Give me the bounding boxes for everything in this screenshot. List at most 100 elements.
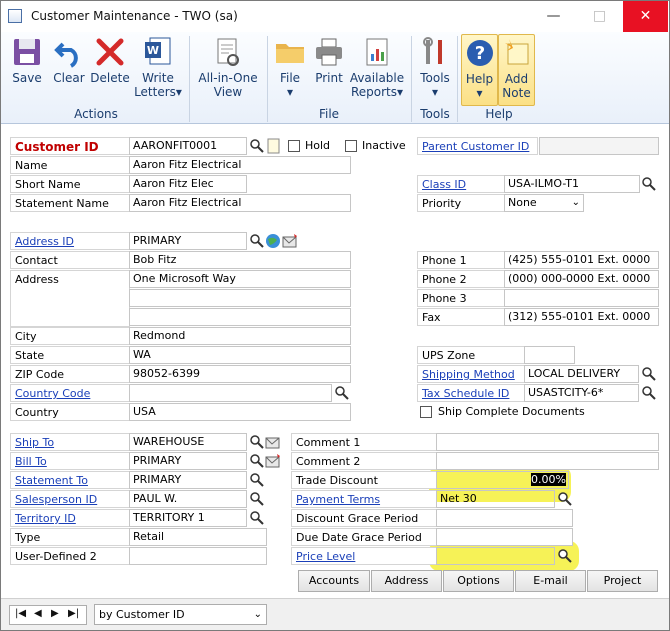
name-label: Name	[10, 156, 130, 174]
accounts-button[interactable]: Accounts	[298, 570, 370, 592]
zip-code-field[interactable]: 98052-6399	[129, 365, 351, 383]
email-icon[interactable]	[265, 434, 281, 450]
statement-to-field[interactable]: PRIMARY	[129, 471, 247, 489]
comment1-field[interactable]	[436, 433, 659, 451]
phone2-field[interactable]: (000) 000-0000 Ext. 0000	[504, 270, 659, 288]
email-icon[interactable]	[265, 453, 281, 469]
shipping-method-link[interactable]: Shipping Method	[417, 365, 525, 383]
statement-to-link[interactable]: Statement To	[10, 471, 130, 489]
class-id-link[interactable]: Class ID	[417, 175, 505, 193]
lookup-icon[interactable]	[249, 434, 265, 450]
next-record-icon[interactable]: ▶	[51, 608, 59, 619]
parent-customer-id-link[interactable]: Parent Customer ID	[417, 137, 538, 155]
lookup-icon[interactable]	[641, 176, 657, 192]
due-date-grace-period-field[interactable]	[436, 528, 573, 546]
address-line1-field[interactable]: One Microsoft Way	[129, 270, 351, 288]
customer-id-field[interactable]: AARONFIT0001	[129, 137, 247, 155]
bill-to-field[interactable]: PRIMARY	[129, 452, 247, 470]
lookup-icon[interactable]	[249, 233, 265, 249]
trade-discount-label: Trade Discount	[291, 471, 437, 489]
address-line2-field[interactable]	[129, 289, 351, 307]
type-field[interactable]: Retail	[129, 528, 267, 546]
phone3-label: Phone 3	[417, 289, 505, 307]
short-name-label: Short Name	[10, 175, 130, 193]
status-bar: |◀ ◀ ▶ ▶| by Customer ID ⌄	[1, 598, 669, 630]
state-field[interactable]: WA	[129, 346, 351, 364]
fax-label: Fax	[417, 308, 505, 326]
project-button[interactable]: Project	[587, 570, 658, 592]
ups-zone-field[interactable]	[524, 346, 575, 364]
country-field[interactable]: USA	[129, 403, 351, 421]
discount-grace-period-field[interactable]	[436, 509, 573, 527]
salesperson-id-field[interactable]: PAUL W.	[129, 490, 247, 508]
options-button[interactable]: Options	[443, 570, 514, 592]
shipping-method-field[interactable]: LOCAL DELIVERY	[524, 365, 639, 383]
ship-complete-label: Ship Complete Documents	[438, 405, 585, 418]
ship-to-field[interactable]: WAREHOUSE	[129, 433, 247, 451]
bill-to-link[interactable]: Bill To	[10, 452, 130, 470]
ups-zone-label: UPS Zone	[417, 346, 525, 364]
inactive-label: Inactive	[362, 139, 406, 152]
lookup-icon[interactable]	[557, 548, 573, 564]
lookup-icon[interactable]	[641, 366, 657, 382]
email-icon[interactable]	[282, 233, 298, 249]
first-record-icon[interactable]: |◀	[15, 608, 26, 619]
address-button[interactable]: Address	[371, 570, 442, 592]
last-record-icon[interactable]: ▶|	[68, 608, 79, 619]
fax-field[interactable]: (312) 555-0101 Ext. 0000	[504, 308, 659, 326]
address-id-link[interactable]: Address ID	[10, 232, 130, 250]
address-id-field[interactable]: PRIMARY	[129, 232, 247, 250]
chevron-down-icon: ⌄	[571, 197, 580, 208]
state-label: State	[10, 346, 130, 364]
globe-icon[interactable]	[265, 233, 281, 249]
price-level-link[interactable]: Price Level	[291, 547, 437, 565]
territory-id-field[interactable]: TERRITORY 1	[129, 509, 247, 527]
comment2-field[interactable]	[436, 452, 659, 470]
lookup-icon[interactable]	[249, 138, 265, 154]
city-field[interactable]: Redmond	[129, 327, 351, 345]
inactive-checkbox[interactable]	[345, 140, 357, 152]
customer-maintenance-window: Customer Maintenance - TWO (sa) — □ ✕ Sa…	[0, 0, 670, 631]
payment-terms-link[interactable]: Payment Terms	[291, 490, 437, 508]
statement-name-field[interactable]: Aaron Fitz Electrical	[129, 194, 351, 212]
user-defined2-field[interactable]	[129, 547, 267, 565]
priority-label: Priority	[417, 194, 505, 212]
lookup-icon[interactable]	[249, 510, 265, 526]
email-button[interactable]: E-mail	[515, 570, 586, 592]
ship-to-link[interactable]: Ship To	[10, 433, 130, 451]
name-field[interactable]: Aaron Fitz Electrical	[129, 156, 351, 174]
phone3-field[interactable]	[504, 289, 659, 307]
type-label: Type	[10, 528, 130, 546]
country-code-link[interactable]: Country Code	[10, 384, 130, 402]
hold-checkbox[interactable]	[288, 140, 300, 152]
comment1-label: Comment 1	[291, 433, 437, 451]
lookup-icon[interactable]	[557, 491, 573, 507]
address-line3-field[interactable]	[129, 308, 351, 326]
lookup-icon[interactable]	[641, 385, 657, 401]
sort-by-select[interactable]: by Customer ID ⌄	[94, 604, 267, 625]
statement-name-label: Statement Name	[10, 194, 130, 212]
parent-customer-id-field[interactable]	[539, 137, 659, 155]
lookup-icon[interactable]	[249, 472, 265, 488]
priority-select[interactable]: None ⌄	[504, 194, 584, 212]
previous-record-icon[interactable]: ◀	[34, 608, 42, 619]
country-code-field[interactable]	[129, 384, 332, 402]
lookup-icon[interactable]	[334, 385, 350, 401]
tax-schedule-id-link[interactable]: Tax Schedule ID	[417, 384, 525, 402]
tax-schedule-id-field[interactable]: USASTCITY-6*	[524, 384, 639, 402]
note-icon[interactable]	[266, 138, 282, 154]
ship-complete-checkbox[interactable]	[420, 406, 432, 418]
phone1-field[interactable]: (425) 555-0101 Ext. 0000	[504, 251, 659, 269]
lookup-icon[interactable]	[249, 453, 265, 469]
price-level-field[interactable]	[436, 547, 555, 565]
hold-label: Hold	[305, 139, 331, 152]
territory-id-link[interactable]: Territory ID	[10, 509, 130, 527]
payment-terms-field[interactable]: Net 30	[436, 490, 555, 508]
class-id-field[interactable]: USA-ILMO-T1	[504, 175, 640, 193]
salesperson-id-link[interactable]: Salesperson ID	[10, 490, 130, 508]
lookup-icon[interactable]	[249, 491, 265, 507]
trade-discount-field[interactable]: 0.00%	[436, 471, 569, 489]
contact-field[interactable]: Bob Fitz	[129, 251, 351, 269]
short-name-field[interactable]: Aaron Fitz Elec	[129, 175, 247, 193]
user-defined2-label: User-Defined 2	[10, 547, 130, 565]
